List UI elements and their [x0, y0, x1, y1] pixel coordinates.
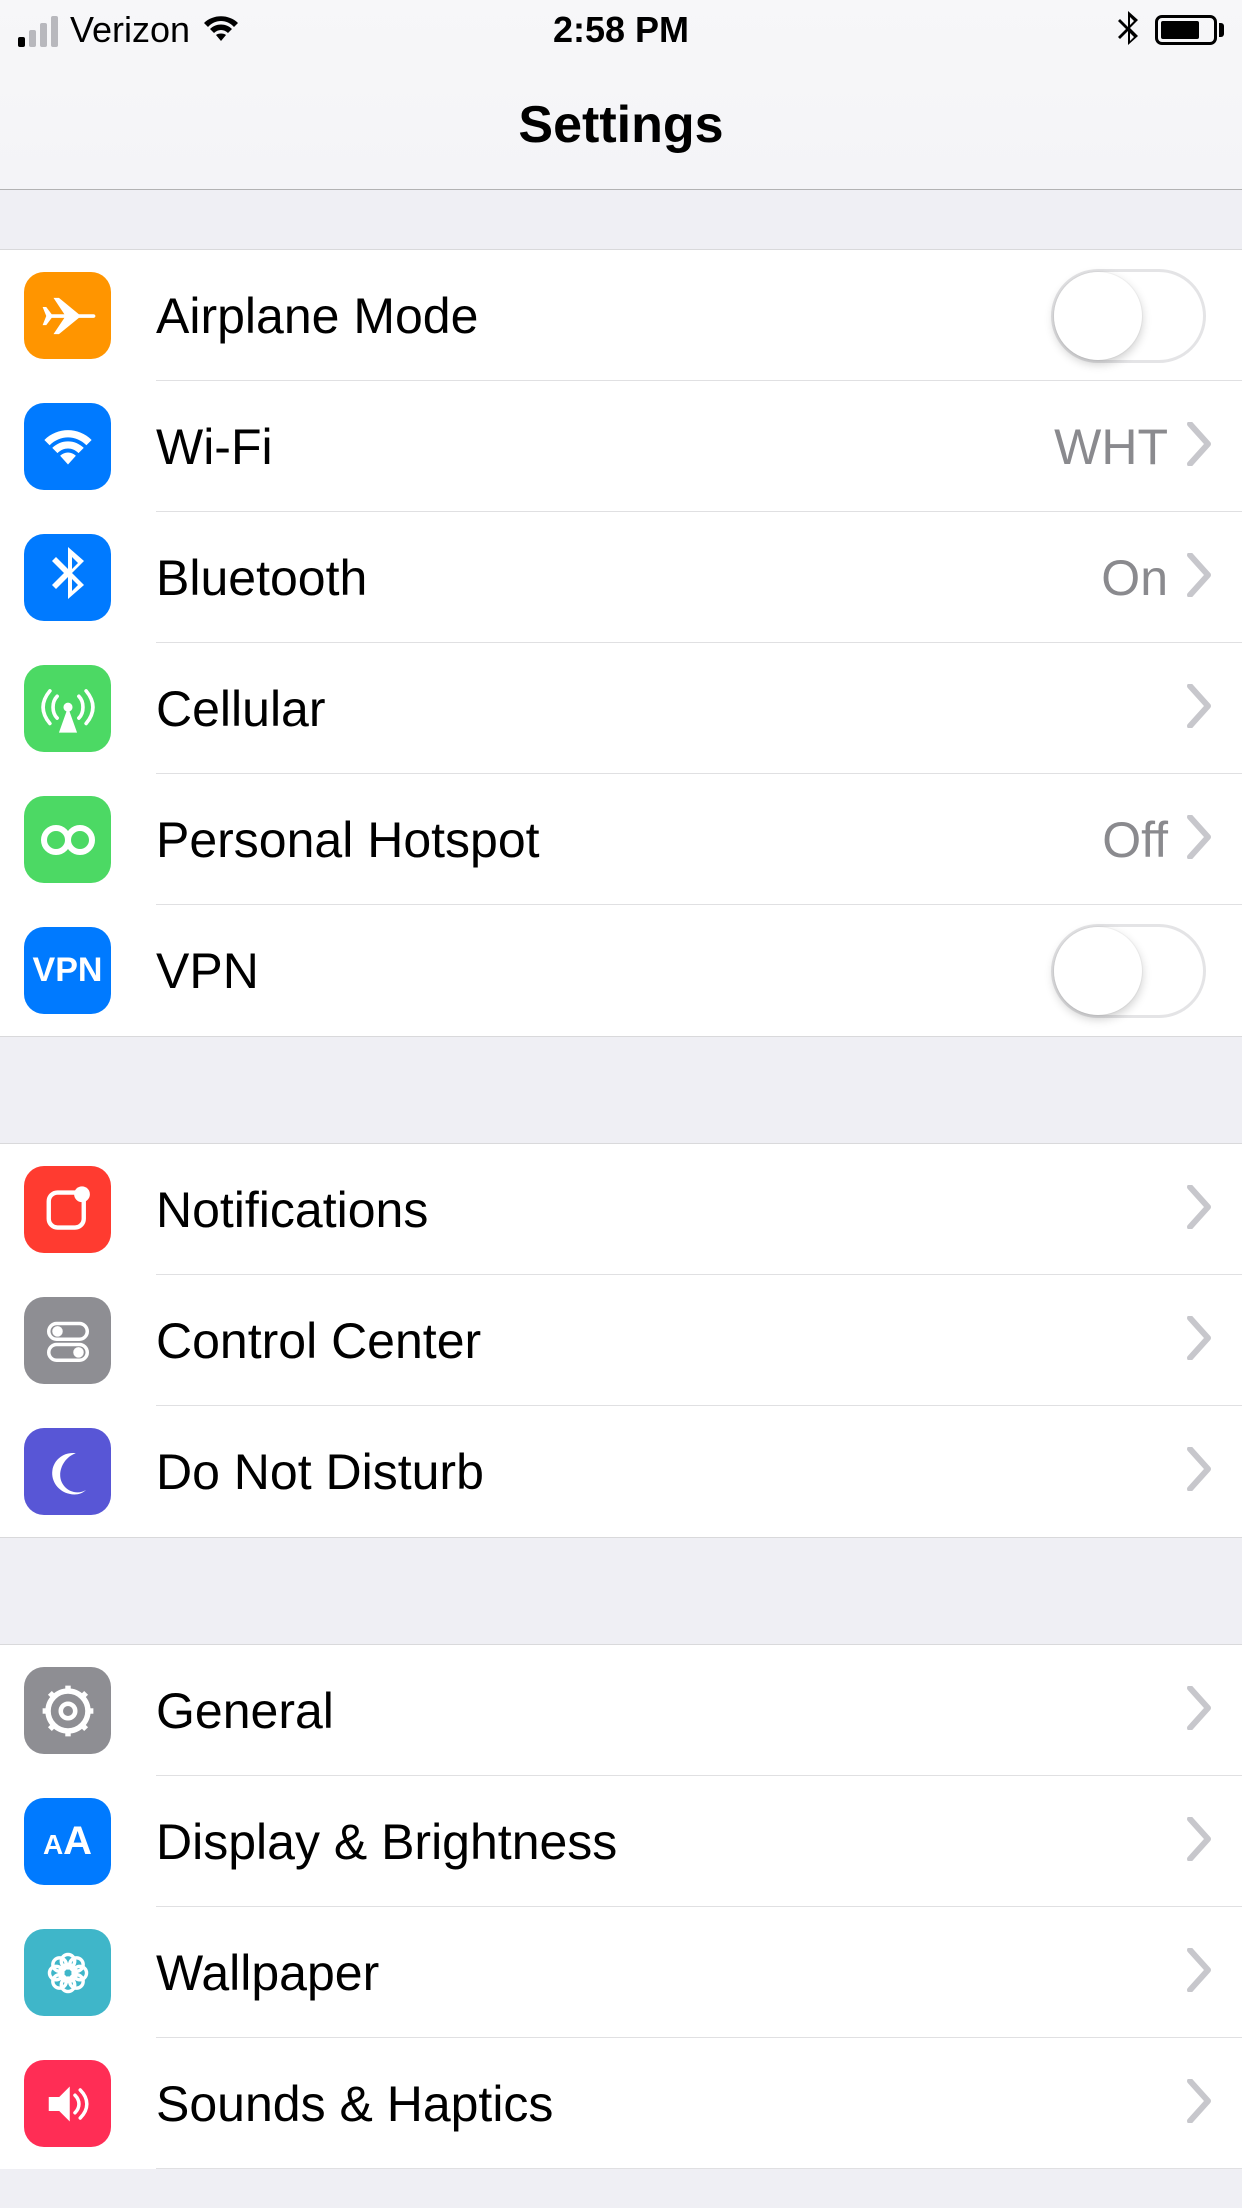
notifications-icon [24, 1166, 111, 1253]
row-control-center[interactable]: Control Center [0, 1275, 1242, 1406]
group-spacer [0, 1036, 1242, 1144]
chevron-right-icon [1186, 1686, 1212, 1735]
chevron-right-icon [1186, 1447, 1212, 1496]
moon-icon [24, 1428, 111, 1515]
airplane-icon [24, 272, 111, 359]
row-personal-hotspot[interactable]: Personal Hotspot Off [0, 774, 1242, 905]
row-label: Notifications [156, 1181, 1186, 1239]
row-label: Airplane Mode [156, 287, 1051, 345]
chevron-right-icon [1186, 422, 1212, 471]
chevron-right-icon [1186, 684, 1212, 733]
row-display-brightness[interactable]: AA Display & Brightness [0, 1776, 1242, 1907]
clock: 2:58 PM [553, 9, 689, 51]
row-label: Display & Brightness [156, 1813, 1186, 1871]
chevron-right-icon [1186, 2079, 1212, 2128]
display-icon: AA [24, 1798, 111, 1885]
wifi-icon [24, 403, 111, 490]
cellular-icon [24, 665, 111, 752]
chevron-right-icon [1186, 815, 1212, 864]
wifi-status-icon [202, 9, 240, 51]
sounds-icon [24, 2060, 111, 2147]
vpn-switch[interactable] [1051, 924, 1206, 1018]
row-wallpaper[interactable]: Wallpaper [0, 1907, 1242, 2038]
row-general[interactable]: General [0, 1645, 1242, 1776]
wallpaper-icon [24, 1929, 111, 2016]
carrier-label: Verizon [70, 9, 190, 51]
row-label: Do Not Disturb [156, 1443, 1186, 1501]
row-label: Wi-Fi [156, 418, 1054, 476]
row-detail: Off [1102, 811, 1168, 869]
vpn-icon: VPN [24, 927, 111, 1014]
hotspot-icon [24, 796, 111, 883]
row-notifications[interactable]: Notifications [0, 1144, 1242, 1275]
chevron-right-icon [1186, 1948, 1212, 1997]
row-wifi[interactable]: Wi-Fi WHT [0, 381, 1242, 512]
cell-signal-icon [18, 13, 58, 47]
row-do-not-disturb[interactable]: Do Not Disturb [0, 1406, 1242, 1537]
row-label: Cellular [156, 680, 1186, 738]
row-detail: On [1101, 549, 1168, 607]
row-label: Control Center [156, 1312, 1186, 1370]
status-bar: Verizon 2:58 PM [0, 0, 1242, 60]
row-label: Bluetooth [156, 549, 1101, 607]
row-airplane-mode[interactable]: Airplane Mode [0, 250, 1242, 381]
status-left: Verizon [18, 9, 240, 51]
battery-icon [1155, 15, 1224, 45]
settings-list[interactable]: Airplane Mode Wi-Fi WHT Bluetooth On [0, 190, 1242, 2169]
chevron-right-icon [1186, 1185, 1212, 1234]
page-title: Settings [518, 95, 723, 155]
chevron-right-icon [1186, 1316, 1212, 1365]
row-bluetooth[interactable]: Bluetooth On [0, 512, 1242, 643]
row-sounds-haptics[interactable]: Sounds & Haptics [0, 2038, 1242, 2169]
group-spacer [0, 190, 1242, 250]
chevron-right-icon [1186, 1817, 1212, 1866]
row-label: Personal Hotspot [156, 811, 1102, 869]
row-label: Sounds & Haptics [156, 2075, 1186, 2133]
nav-bar: Settings [0, 60, 1242, 190]
row-vpn[interactable]: VPN VPN [0, 905, 1242, 1036]
status-right [1117, 11, 1224, 49]
group-spacer [0, 1537, 1242, 1645]
row-label: VPN [156, 942, 1051, 1000]
gear-icon [24, 1667, 111, 1754]
controlcenter-icon [24, 1297, 111, 1384]
bluetooth-status-icon [1117, 11, 1139, 49]
row-detail: WHT [1054, 418, 1168, 476]
row-cellular[interactable]: Cellular [0, 643, 1242, 774]
chevron-right-icon [1186, 553, 1212, 602]
airplane-switch[interactable] [1051, 269, 1206, 363]
settings-screen: { "status": { "carrier": "Verizon", "tim… [0, 0, 1242, 2208]
row-label: General [156, 1682, 1186, 1740]
row-label: Wallpaper [156, 1944, 1186, 2002]
bluetooth-icon [24, 534, 111, 621]
